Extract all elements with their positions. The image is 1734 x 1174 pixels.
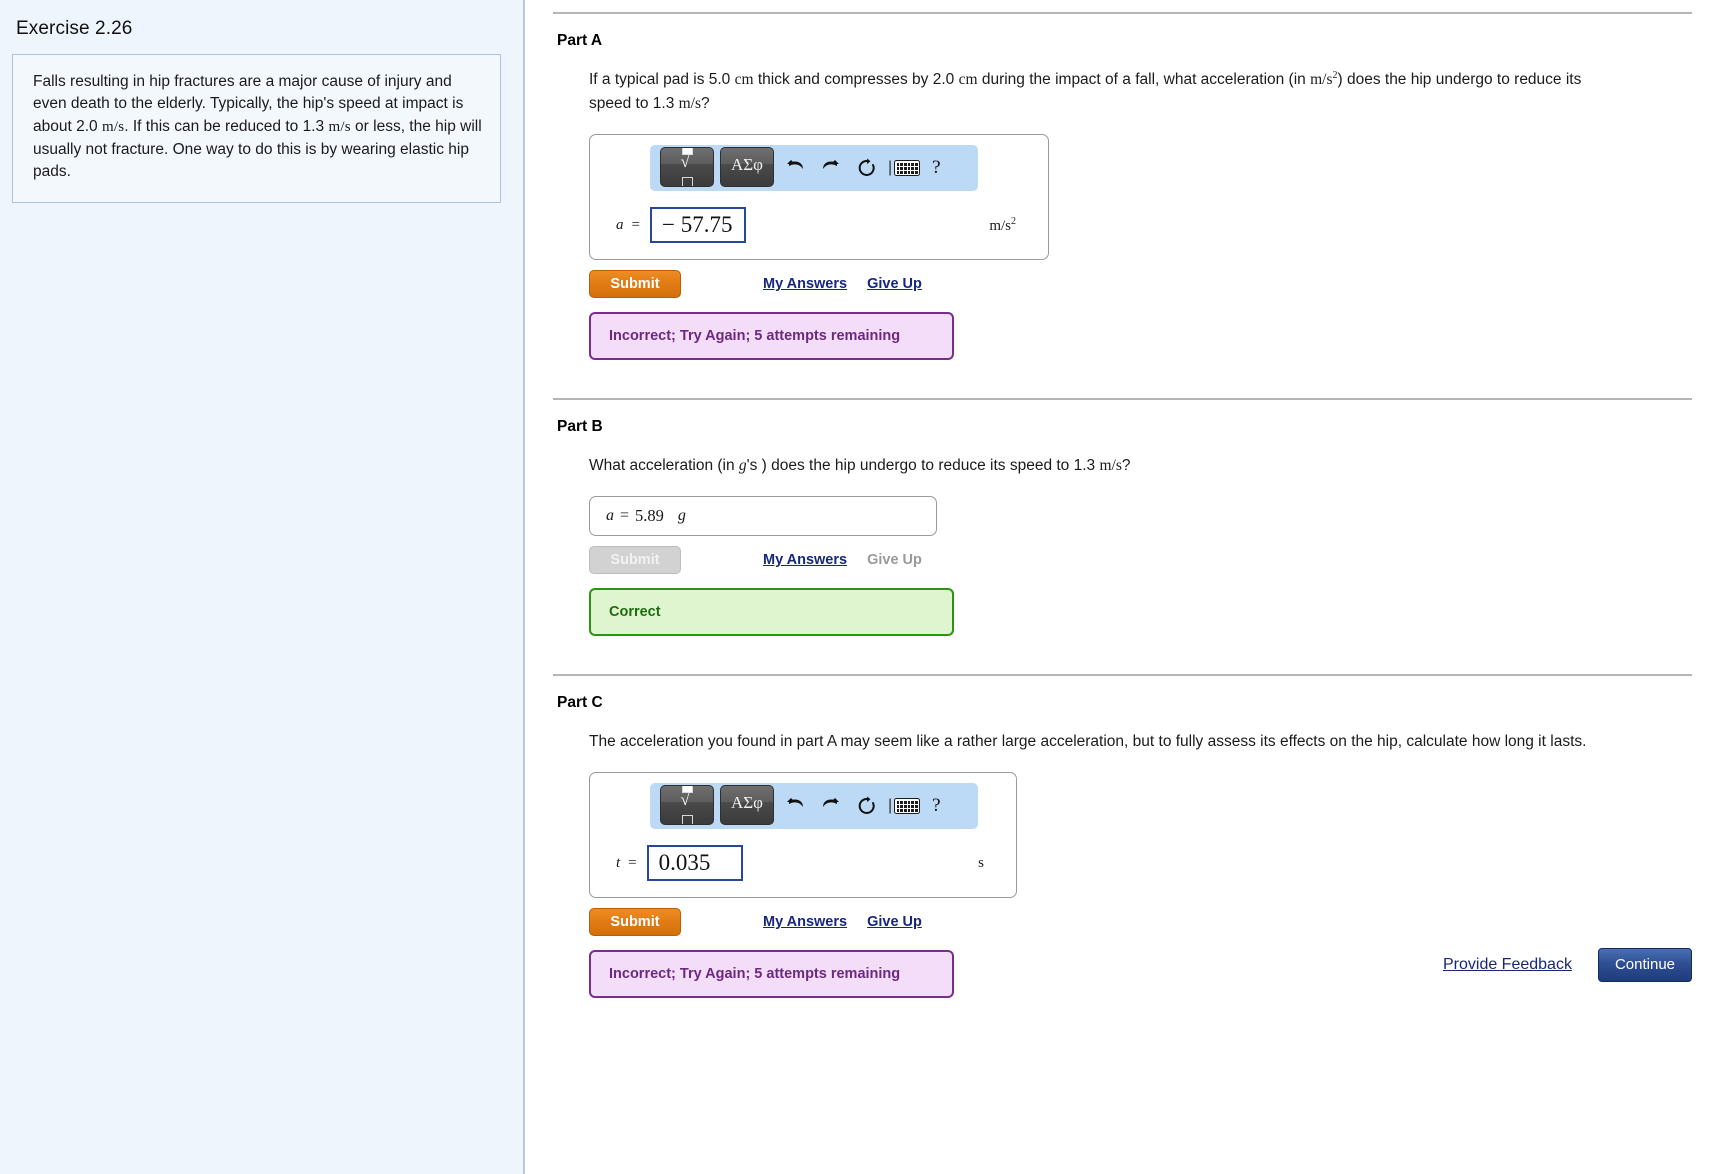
part-b-actions: Submit My Answers Give Up — [589, 546, 1692, 575]
unit-cm: cm — [958, 71, 978, 89]
part-c-my-answers-link[interactable]: My Answers — [763, 914, 847, 930]
math-toolbar: √ ΑΣφ | ? — [650, 145, 978, 192]
keyboard-icon — [894, 160, 921, 177]
part-b: Part B What acceleration (in g's ) does … — [553, 400, 1692, 662]
undo-icon[interactable] — [780, 789, 810, 823]
q-text: during the impact of a fall, what accele… — [977, 71, 1311, 89]
part-a-submit-button[interactable]: Submit — [589, 270, 681, 299]
symbol-palette-button[interactable]: ΑΣφ — [720, 785, 774, 826]
part-b-question: What acceleration (in g's ) does the hip… — [589, 454, 1614, 478]
unit-ms: m/s — [678, 95, 702, 113]
keyboard-icon — [894, 798, 921, 815]
part-c-give-up-link[interactable]: Give Up — [867, 914, 922, 930]
continue-button[interactable]: Continue — [1597, 948, 1692, 982]
template-sqrt-button[interactable]: √ — [660, 785, 714, 826]
page-root: Exercise 2.26 Falls resulting in hip fra… — [0, 0, 1734, 1174]
answer-variable: a — [616, 216, 624, 233]
equals-sign: = — [620, 507, 630, 525]
keyboard-button[interactable]: | — [888, 159, 921, 177]
part-a-answer-card: √ ΑΣφ | ? a = − 57.75 m/s2 — [589, 134, 1049, 261]
part-a-answer-unit: m/s2 — [989, 215, 1016, 234]
problem-line-1: Falls resulting in hip fractures are a m… — [33, 73, 482, 181]
unit-cm: cm — [734, 71, 754, 89]
unit-ms: m/s — [1310, 71, 1333, 89]
part-b-give-up-link: Give Up — [867, 552, 922, 569]
part-c-question: The acceleration you found in part A may… — [589, 730, 1614, 754]
reset-icon[interactable] — [852, 789, 882, 823]
equals-sign: = — [628, 854, 637, 871]
part-a-my-answers-link[interactable]: My Answers — [763, 276, 847, 292]
part-a: Part A If a typical pad is 5.0 cm thick … — [553, 14, 1692, 386]
q-text: ? — [701, 95, 710, 113]
answer-variable: a — [606, 507, 614, 525]
template-sqrt-button[interactable]: √ — [660, 147, 714, 188]
part-a-answer-input[interactable]: − 57.75 — [649, 207, 746, 244]
part-c-answer-input[interactable]: 0.035 — [646, 845, 743, 882]
q-text: ? — [1121, 457, 1131, 475]
q-text: 's ) does the hip undergo to reduce its … — [746, 457, 1100, 475]
sqrt-icon: √ — [680, 789, 690, 809]
symbol-g: g — [738, 457, 747, 475]
part-a-actions: Submit My Answers Give Up — [589, 270, 1692, 299]
part-b-status-banner: Correct — [589, 588, 954, 637]
q-text: lasts. — [1550, 733, 1587, 751]
problem-statement: Falls resulting in hip fractures are a m… — [12, 54, 501, 203]
help-icon[interactable]: ? — [926, 157, 946, 179]
reset-icon[interactable] — [852, 151, 882, 185]
part-c-answer-row: t = 0.035 s — [602, 829, 1004, 883]
part-a-label: Part A — [557, 32, 603, 49]
part-a-status-banner: Incorrect; Try Again; 5 attempts remaini… — [589, 312, 954, 361]
cursor-bar-icon: | — [888, 797, 893, 815]
redo-icon[interactable] — [816, 789, 846, 823]
q-text: The acceleration you found in part A may… — [589, 733, 1546, 751]
part-b-label: Part B — [557, 418, 603, 436]
part-a-answer-row: a = − 57.75 m/s2 — [602, 191, 1036, 245]
cursor-bar-icon: | — [888, 159, 893, 177]
part-c-label: Part C — [557, 694, 603, 712]
symbol-palette-button[interactable]: ΑΣφ — [720, 147, 774, 188]
part-a-give-up-link[interactable]: Give Up — [867, 276, 922, 292]
greek-symbols-icon: ΑΣφ — [731, 792, 763, 812]
part-c-answer-unit: s — [978, 854, 984, 871]
footer-actions: Provide Feedback Continue — [1443, 948, 1692, 982]
q-text: If a typical pad is 5.0 — [589, 71, 735, 89]
unit-ms: m/s — [1099, 457, 1122, 475]
redo-icon[interactable] — [816, 151, 846, 185]
part-b-answer-box[interactable]: a = 5.89 g — [589, 496, 937, 537]
parts-container: Part A If a typical pad is 5.0 cm thick … — [525, 0, 1734, 1174]
part-c-status-banner: Incorrect; Try Again; 5 attempts remaini… — [589, 950, 954, 999]
math-toolbar: √ ΑΣφ | ? — [650, 783, 978, 830]
part-a-question: If a typical pad is 5.0 cm thick and com… — [589, 68, 1614, 116]
help-icon[interactable]: ? — [926, 795, 946, 817]
part-b-submit-button: Submit — [589, 546, 681, 575]
part-b-answer-unit: g — [677, 507, 686, 525]
unit-ms: m/s — [328, 118, 351, 135]
undo-icon[interactable] — [780, 151, 810, 185]
part-c-submit-button[interactable]: Submit — [589, 908, 681, 937]
provide-feedback-link[interactable]: Provide Feedback — [1443, 956, 1572, 974]
unit-ms: m/s — [101, 118, 125, 135]
q-text: What acceleration (in — [589, 457, 739, 475]
part-b-my-answers-link[interactable]: My Answers — [763, 552, 847, 568]
problem-sidebar: Exercise 2.26 Falls resulting in hip fra… — [0, 0, 525, 1174]
page-title: Exercise 2.26 — [16, 18, 133, 39]
equals-sign: = — [631, 216, 640, 233]
greek-symbols-icon: ΑΣφ — [731, 154, 763, 174]
keyboard-button[interactable]: | — [888, 797, 921, 815]
answer-variable: t — [616, 854, 621, 871]
sqrt-icon: √ — [680, 151, 690, 171]
q-text: thick and compresses by 2.0 — [753, 71, 959, 89]
part-c-answer-card: √ ΑΣφ | ? t = 0.035 s — [589, 772, 1017, 899]
part-c-actions: Submit My Answers Give Up — [589, 908, 1692, 937]
part-b-answer-value: 5.89 — [635, 506, 664, 526]
